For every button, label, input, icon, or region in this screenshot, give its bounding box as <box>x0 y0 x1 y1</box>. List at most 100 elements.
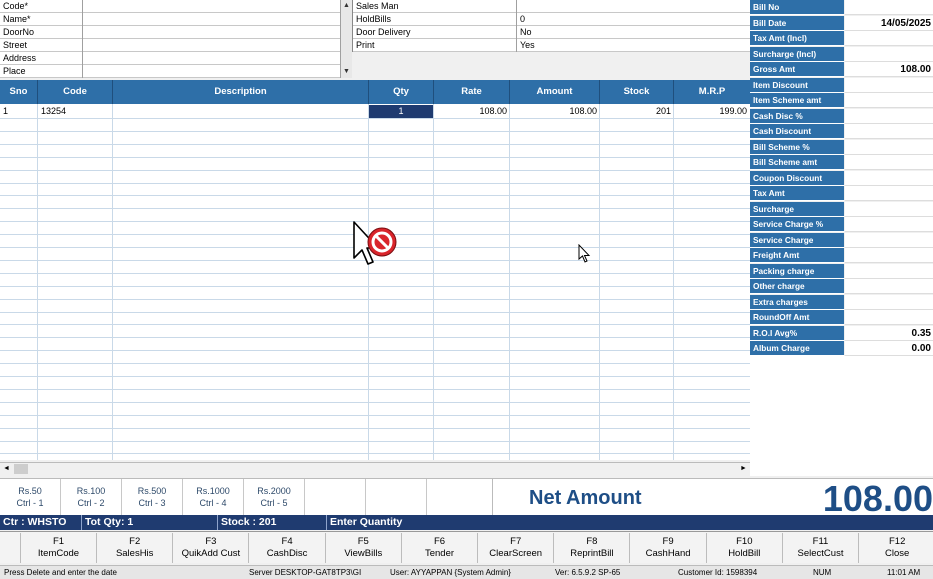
fkey-f1-button[interactable]: F1 ItemCode <box>21 533 97 563</box>
col-header-rate[interactable]: Rate <box>434 80 510 104</box>
place-field-row[interactable]: Place <box>0 65 340 78</box>
summary-row-bill-date[interactable]: Bill Date 14/05/2025 <box>750 15 933 32</box>
customer-form-scrollbar[interactable]: ▲ ▼ <box>340 0 352 78</box>
grid-horizontal-scrollbar[interactable]: ◄ ► <box>0 462 750 475</box>
denom-rs2000-button[interactable]: Rs.2000 Ctrl - 5 <box>244 479 305 516</box>
scroll-up-icon[interactable]: ▲ <box>341 0 352 11</box>
col-header-qty[interactable]: Qty <box>369 80 434 104</box>
summary-row-service-charge[interactable]: Service Charge <box>750 232 933 249</box>
summary-row-bill-scheme[interactable]: Bill Scheme % <box>750 139 933 156</box>
fkey-f8-button[interactable]: F8 ReprintBill <box>554 533 631 563</box>
summary-value[interactable] <box>845 77 933 93</box>
col-header-amount[interactable]: Amount <box>510 80 600 104</box>
cell-rate[interactable]: 108.00 <box>434 106 507 117</box>
summary-row-item-discount[interactable]: Item Discount <box>750 77 933 94</box>
col-header-stock[interactable]: Stock <box>600 80 674 104</box>
salesman-row[interactable]: Sales Man <box>353 0 751 13</box>
denom-rs500-button[interactable]: Rs.500 Ctrl - 3 <box>122 479 183 516</box>
cell-description[interactable] <box>116 106 366 117</box>
summary-label: Service Charge % <box>750 217 844 232</box>
summary-value[interactable] <box>845 201 933 217</box>
summary-row-surcharge[interactable]: Surcharge <box>750 201 933 218</box>
summary-row-freight-amt[interactable]: Freight Amt <box>750 248 933 264</box>
print-row[interactable]: Print Yes <box>353 39 751 52</box>
summary-value[interactable] <box>845 93 933 108</box>
fkey-f4-button[interactable]: F4 CashDisc <box>250 533 326 563</box>
name-label: Name* <box>0 13 83 26</box>
summary-value[interactable] <box>845 186 933 201</box>
summary-value[interactable] <box>845 170 933 186</box>
summary-value[interactable]: 0.00 <box>845 341 933 356</box>
fkey-f6-button[interactable]: F6 Tender <box>402 533 478 563</box>
summary-value[interactable] <box>845 217 933 232</box>
summary-value[interactable] <box>845 139 933 155</box>
col-header-description[interactable]: Description <box>113 80 369 104</box>
fkey-f3-button[interactable]: F3 QuikAdd Cust <box>173 533 250 563</box>
cell-code[interactable]: 13254 <box>41 106 66 117</box>
fkey-f10-button[interactable]: F10 HoldBill <box>707 533 783 563</box>
fkey-f11-button[interactable]: F11 SelectCust <box>783 533 859 563</box>
summary-row-coupon-discount[interactable]: Coupon Discount <box>750 170 933 187</box>
summary-value[interactable] <box>845 232 933 248</box>
holdbills-row[interactable]: HoldBills 0 <box>353 13 751 26</box>
denom-rs100-button[interactable]: Rs.100 Ctrl - 2 <box>61 479 122 516</box>
cell-sno[interactable]: 1 <box>3 106 8 117</box>
cell-amount[interactable]: 108.00 <box>510 106 597 117</box>
col-header-sno[interactable]: Sno <box>0 80 38 104</box>
doorno-field-row[interactable]: DoorNo <box>0 26 340 39</box>
summary-row-r-o-i-avg[interactable]: R.O.I Avg% 0.35 <box>750 325 933 342</box>
summary-value[interactable] <box>845 263 933 279</box>
scroll-left-icon[interactable]: ◄ <box>0 463 13 475</box>
summary-value[interactable]: 14/05/2025 <box>845 15 933 31</box>
name-field-row[interactable]: Name* <box>0 13 340 26</box>
code-field-row[interactable]: Code* <box>0 0 340 13</box>
summary-row-cash-disc[interactable]: Cash Disc % <box>750 108 933 125</box>
grid-col-divider <box>368 104 369 460</box>
summary-value[interactable] <box>845 124 933 139</box>
cell-qty-active[interactable]: 1 <box>369 105 433 118</box>
summary-row-service-charge[interactable]: Service Charge % <box>750 217 933 233</box>
summary-row-item-scheme-amt[interactable]: Item Scheme amt <box>750 93 933 109</box>
summary-value[interactable] <box>845 155 933 170</box>
summary-value[interactable] <box>845 294 933 310</box>
summary-row-album-charge[interactable]: Album Charge 0.00 <box>750 341 933 357</box>
cell-mrp[interactable]: 199.00 <box>674 106 747 117</box>
summary-value[interactable]: 108.00 <box>845 62 933 77</box>
summary-row-tax-amt-incl[interactable]: Tax Amt (Incl) <box>750 31 933 47</box>
summary-row-cash-discount[interactable]: Cash Discount <box>750 124 933 140</box>
summary-row-extra-charges[interactable]: Extra charges <box>750 294 933 311</box>
door-delivery-row[interactable]: Door Delivery No <box>353 26 751 39</box>
summary-value[interactable] <box>845 108 933 124</box>
summary-value[interactable] <box>845 248 933 263</box>
scroll-thumb[interactable] <box>14 464 28 474</box>
summary-value[interactable]: 0.35 <box>845 325 933 341</box>
summary-value[interactable] <box>845 0 933 15</box>
summary-row-tax-amt[interactable]: Tax Amt <box>750 186 933 202</box>
denom-shortcut: Ctrl - 2 <box>77 498 105 508</box>
summary-row-other-charge[interactable]: Other charge <box>750 279 933 295</box>
fkey-f9-button[interactable]: F9 CashHand <box>631 533 707 563</box>
summary-value[interactable] <box>845 279 933 294</box>
col-header-code[interactable]: Code <box>38 80 113 104</box>
address-field-row[interactable]: Address <box>0 52 340 65</box>
scroll-right-icon[interactable]: ► <box>737 463 750 475</box>
fkey-f7-button[interactable]: F7 ClearScreen <box>478 533 555 563</box>
summary-row-gross-amt[interactable]: Gross Amt 108.00 <box>750 62 933 78</box>
summary-value[interactable] <box>845 46 933 62</box>
summary-row-roundoff-amt[interactable]: RoundOff Amt <box>750 310 933 326</box>
summary-row-bill-no[interactable]: Bill No <box>750 0 933 16</box>
summary-value[interactable] <box>845 31 933 46</box>
denom-rs1000-button[interactable]: Rs.1000 Ctrl - 4 <box>183 479 244 516</box>
summary-row-surcharge-incl[interactable]: Surcharge (Incl) <box>750 46 933 63</box>
denom-rs50-button[interactable]: Rs.50 Ctrl - 1 <box>0 479 61 516</box>
summary-row-bill-scheme-amt[interactable]: Bill Scheme amt <box>750 155 933 171</box>
scroll-down-icon[interactable]: ▼ <box>341 66 352 77</box>
fkey-f2-button[interactable]: F2 SalesHis <box>97 533 174 563</box>
fkey-f5-button[interactable]: F5 ViewBills <box>326 533 402 563</box>
col-header-mrp[interactable]: M.R.P <box>674 80 750 104</box>
street-field-row[interactable]: Street <box>0 39 340 52</box>
summary-value[interactable] <box>845 310 933 325</box>
fkey-f12-button[interactable]: F12 Close <box>859 533 933 563</box>
summary-row-packing-charge[interactable]: Packing charge <box>750 263 933 280</box>
cell-stock[interactable]: 201 <box>600 106 671 117</box>
